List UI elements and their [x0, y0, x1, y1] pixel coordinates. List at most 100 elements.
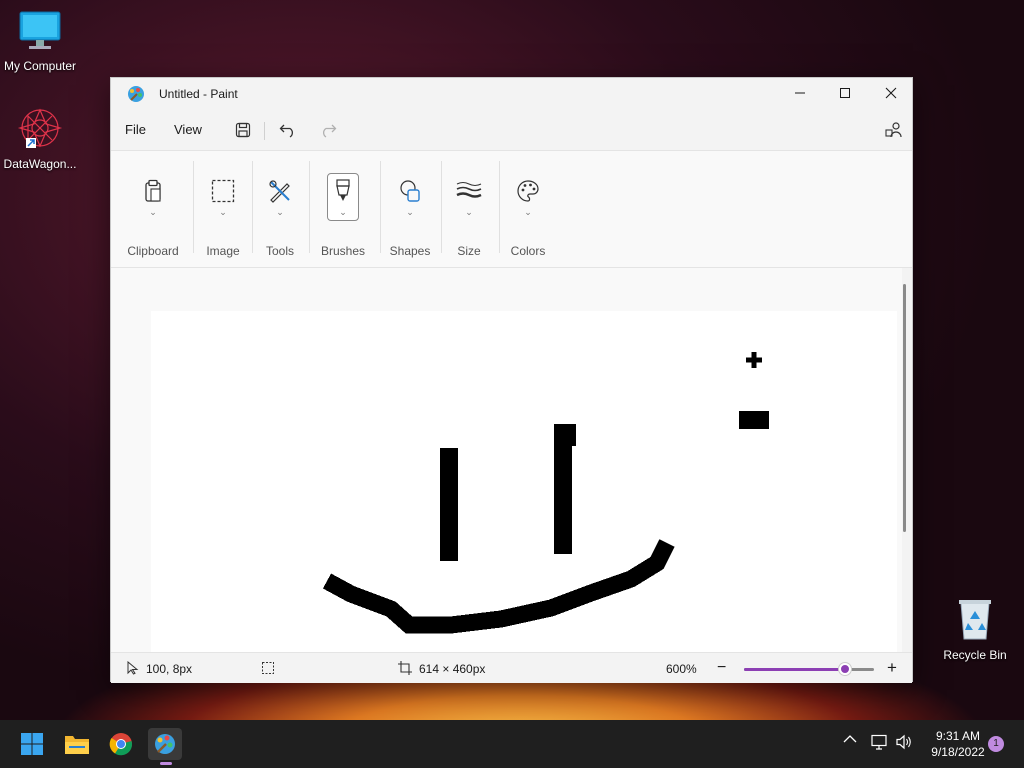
desktop-icon-datawagon[interactable]: DataWagon...	[0, 106, 80, 171]
menu-bar: File View	[111, 110, 912, 150]
ribbon-separator	[441, 161, 442, 253]
zoom-in-button[interactable]: +	[887, 658, 897, 678]
ribbon-group-shapes[interactable]: ⌄ Shapes	[382, 151, 438, 269]
datawagon-logo-icon	[0, 106, 80, 153]
tools-icon	[266, 177, 294, 205]
view-menu[interactable]: View	[174, 122, 202, 137]
cursor-position: 100, 8px	[146, 662, 193, 676]
monitor-icon	[0, 10, 80, 55]
recycle-bin-icon	[935, 597, 1015, 644]
canvas-size: 614 × 460px	[419, 662, 486, 676]
chevron-down-icon[interactable]: ⌄	[465, 207, 473, 218]
ribbon-group-image[interactable]: ⌄ Image	[195, 151, 251, 269]
maximize-icon	[840, 88, 850, 98]
system-clock[interactable]: 9:31 AM 9/18/2022	[918, 728, 998, 760]
undo-icon	[279, 124, 294, 138]
status-bar: 100, 8px 614 × 460px 600% − +	[111, 652, 912, 683]
save-button[interactable]	[231, 118, 255, 142]
ribbon-group-clipboard[interactable]: ⌄ Clipboard	[121, 151, 185, 269]
palette-icon	[514, 177, 542, 205]
pointer-icon	[127, 660, 139, 678]
start-button[interactable]	[15, 728, 49, 760]
maximize-button[interactable]	[822, 78, 868, 108]
minimize-button[interactable]	[777, 78, 823, 108]
title-bar[interactable]: Untitled - Paint	[111, 78, 912, 110]
desktop-icon-recycle-bin[interactable]: Recycle Bin	[935, 597, 1015, 662]
ribbon-group-label: Size	[457, 244, 481, 258]
chevron-down-icon[interactable]: ⌄	[406, 207, 414, 218]
shapes-icon	[396, 177, 424, 205]
chevron-up-icon	[843, 735, 857, 743]
active-app-indicator	[160, 762, 172, 765]
ribbon-group-tools[interactable]: ⌄ Tools	[254, 151, 306, 269]
ribbon-separator	[380, 161, 381, 253]
desktop-icon-label: DataWagon...	[3, 157, 77, 171]
chevron-down-icon[interactable]: ⌄	[219, 207, 227, 218]
zoom-slider-fill	[744, 668, 846, 671]
clock-time: 9:31 AM	[935, 729, 981, 743]
desktop-icon-label: My Computer	[3, 59, 77, 73]
ribbon-group-label: Colors	[510, 244, 546, 258]
clock-date: 9/18/2022	[931, 745, 985, 759]
chevron-down-icon[interactable]: ⌄	[149, 207, 157, 218]
canvas-drawing	[322, 352, 769, 634]
drawing-canvas[interactable]	[151, 311, 897, 652]
show-hidden-icons-button[interactable]	[843, 734, 857, 744]
clipboard-icon	[139, 177, 167, 205]
ribbon-separator	[499, 161, 500, 253]
volume-icon[interactable]	[895, 734, 913, 750]
chrome-button[interactable]	[104, 728, 138, 760]
chevron-down-icon[interactable]: ⌄	[276, 207, 284, 218]
minimize-icon	[795, 92, 805, 94]
selection-icon	[209, 177, 237, 205]
ribbon-toolbar: ⌄ Clipboard ⌄ Image ⌄ Tools ⌄ Brushes ⌄ …	[111, 150, 912, 268]
ribbon-group-label: Shapes	[389, 244, 431, 258]
canvas-workspace[interactable]	[111, 268, 902, 652]
save-icon	[235, 122, 251, 138]
zoom-level[interactable]: 600%	[666, 662, 697, 676]
size-icon	[455, 177, 483, 205]
taskbar: 9:31 AM 9/18/2022	[0, 720, 1024, 768]
close-button[interactable]	[868, 78, 914, 108]
vertical-scrollbar[interactable]	[903, 284, 906, 532]
windows-icon	[21, 733, 43, 755]
redo-button[interactable]	[316, 118, 340, 142]
file-explorer-button[interactable]	[60, 728, 94, 760]
ribbon-separator	[309, 161, 310, 253]
chrome-icon	[109, 733, 133, 756]
chevron-down-icon[interactable]: ⌄	[524, 207, 532, 218]
zoom-slider-thumb[interactable]	[839, 663, 852, 675]
ribbon-group-size[interactable]: ⌄ Size	[443, 151, 495, 269]
ribbon-group-label: Brushes	[320, 244, 366, 258]
close-icon	[885, 87, 897, 99]
ribbon-group-label: Clipboard	[127, 244, 179, 258]
network-icon[interactable]	[870, 734, 888, 750]
brush-icon	[329, 177, 357, 205]
ribbon-group-brushes[interactable]: ⌄ Brushes	[311, 151, 375, 269]
folder-icon	[65, 736, 89, 754]
chevron-down-icon[interactable]: ⌄	[339, 207, 347, 218]
ribbon-group-label: Tools	[265, 244, 294, 258]
desktop-icon-label: Recycle Bin	[943, 648, 1007, 662]
selection-size-icon	[261, 661, 275, 678]
zoom-out-button[interactable]: −	[717, 659, 726, 677]
menu-separator	[264, 122, 265, 140]
ribbon-separator	[193, 161, 194, 253]
desktop-icon-my-computer[interactable]: My Computer	[0, 10, 80, 73]
account-icon	[885, 122, 902, 138]
paint-window: Untitled - Paint File View ⌄ Clipboard ⌄…	[110, 77, 913, 683]
paint-app-icon	[127, 85, 145, 108]
paint-taskbar-button[interactable]	[148, 728, 182, 760]
window-title: Untitled - Paint	[159, 87, 238, 101]
notification-badge[interactable]: 1	[988, 736, 1004, 752]
canvas-size-icon	[398, 661, 412, 678]
account-button[interactable]	[882, 118, 906, 142]
paint-icon	[155, 734, 175, 754]
ribbon-separator	[252, 161, 253, 253]
zoom-slider[interactable]	[744, 663, 874, 675]
file-menu[interactable]: File	[125, 122, 146, 137]
undo-button[interactable]	[276, 118, 300, 142]
ribbon-group-colors[interactable]: ⌄ Colors	[501, 151, 555, 269]
ribbon-group-label: Image	[206, 244, 240, 258]
redo-icon	[322, 124, 337, 138]
